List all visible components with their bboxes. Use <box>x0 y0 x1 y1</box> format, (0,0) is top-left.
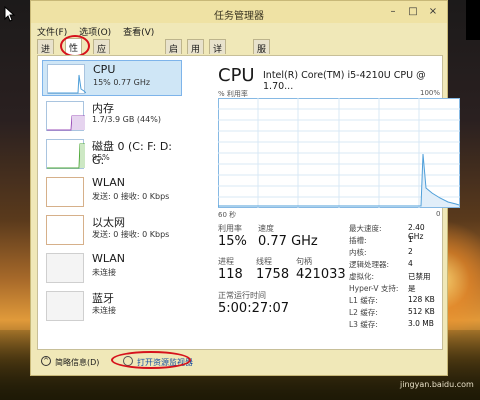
l1-cache-label: L1 缓存: <box>349 296 378 305</box>
processes-value: 118 <box>218 267 243 282</box>
mouse-cursor-icon <box>4 6 16 22</box>
sidebar-item-bluetooth[interactable]: 蓝牙 未连接 <box>42 288 182 324</box>
bluetooth-thumbnail <box>46 291 84 321</box>
utilization-label: 利用率 <box>218 224 242 233</box>
threads-label: 线程 <box>256 257 272 266</box>
chevron-up-icon[interactable]: ^ <box>41 356 51 366</box>
graph-axis-left: 60 秒 <box>218 211 237 219</box>
background-edge <box>466 0 480 40</box>
sidebar-item-sub: 未连接 <box>92 306 116 315</box>
virtualization-label: 虚拟化: <box>349 272 375 281</box>
max-speed-label: 最大速度: <box>349 224 382 233</box>
sockets-value: 1 <box>408 235 413 244</box>
sidebar-item-sub: 未连接 <box>92 268 116 277</box>
minimize-button[interactable]: – <box>385 5 401 19</box>
cpu-model: Intel(R) Core(TM) i5-4210U CPU @ 1.70... <box>263 70 426 92</box>
uptime-label: 正常运行时间 <box>218 291 266 300</box>
processes-label: 进程 <box>218 257 234 266</box>
tab-startup[interactable]: 启动 <box>165 39 183 68</box>
cpu-thumbnail <box>47 64 86 94</box>
max-speed-value: 2.40 GHz <box>408 223 425 241</box>
menu-file[interactable]: 文件(F) <box>37 28 67 38</box>
l3-cache-value: 3.0 MB <box>408 319 434 328</box>
watermark: jingyan.baidu.com <box>400 380 474 389</box>
uptime-value: 5:00:27:07 <box>218 301 290 316</box>
menu-bar: 文件(F) 选项(O) 查看(V) <box>37 25 163 38</box>
l1-cache-value: 128 KB <box>408 295 435 304</box>
tab-services[interactable]: 服务 <box>253 39 271 68</box>
bottom-bar: ^ 简略信息(D) 打开资源监视器 <box>37 351 443 373</box>
wlan-2-thumbnail <box>46 253 84 283</box>
task-manager-window: 任务管理器 – □ × 文件(F) 选项(O) 查看(V) 进程 性能 应用历史… <box>30 0 460 376</box>
sidebar-item-sub: 15% 0.77 GHz <box>93 78 151 87</box>
sidebar-item-sub: 发送: 0 接收: 0 Kbps <box>92 230 170 239</box>
sidebar-item-wlan-2[interactable]: WLAN 未连接 <box>42 250 182 286</box>
fewer-details-link[interactable]: 简略信息(D) <box>55 357 99 368</box>
sidebar-item-label: WLAN <box>92 252 126 265</box>
disk-thumbnail <box>46 139 85 169</box>
sidebar-item-sub: 发送: 0 接收: 0 Kbps <box>92 192 170 201</box>
sidebar-item-memory[interactable]: 内存 1.7/3.9 GB (44%) <box>42 98 182 134</box>
ethernet-thumbnail <box>46 215 84 245</box>
tab-processes[interactable]: 进程 <box>37 39 55 68</box>
maximize-button[interactable]: □ <box>405 5 421 19</box>
sidebar-item-label: CPU <box>93 63 116 76</box>
performance-panel: CPU 15% 0.77 GHz 内存 1.7/3.9 GB (44%) 磁盘 … <box>37 55 460 350</box>
tab-users[interactable]: 用户 <box>187 39 205 68</box>
detail-title: CPU <box>218 65 255 86</box>
sidebar-item-label: 内存 <box>92 102 114 115</box>
speed-label: 速度 <box>258 224 274 233</box>
handles-value: 421033 <box>296 267 346 282</box>
utilization-value: 15% <box>218 234 247 249</box>
sidebar-item-ethernet[interactable]: 以太网 发送: 0 接收: 0 Kbps <box>42 212 182 248</box>
tab-app-history[interactable]: 应用历史记录 <box>93 39 111 120</box>
l2-cache-value: 512 KB <box>408 307 435 316</box>
sidebar-item-label: 以太网 <box>92 216 125 229</box>
sockets-label: 插槽: <box>349 236 367 245</box>
sidebar-item-sub: 1.7/3.9 GB (44%) <box>92 115 161 124</box>
sidebar-item-disk[interactable]: 磁盘 0 (C: F: D: G: 95% <box>42 136 182 172</box>
title-bar: 任务管理器 – □ × <box>31 1 447 23</box>
cores-label: 内核: <box>349 248 367 257</box>
sidebar-item-cpu[interactable]: CPU 15% 0.77 GHz <box>42 60 182 96</box>
hyperv-label: Hyper-V 支持: <box>349 284 399 293</box>
resource-monitor-highlight <box>111 351 191 369</box>
graph-max-label: 100% <box>419 89 440 97</box>
l3-cache-label: L3 缓存: <box>349 320 378 329</box>
graph-axis-right: 0 <box>436 210 441 218</box>
threads-value: 1758 <box>256 267 290 282</box>
sidebar-item-label: 蓝牙 <box>92 292 114 305</box>
logical-processors-value: 4 <box>408 259 413 268</box>
hyperv-value: 是 <box>408 284 416 293</box>
sidebar-item-wlan[interactable]: WLAN 发送: 0 接收: 0 Kbps <box>42 174 182 210</box>
wlan-thumbnail <box>46 177 84 207</box>
handles-label: 句柄 <box>296 257 312 266</box>
virtualization-value: 已禁用 <box>408 272 431 281</box>
performance-tab-highlight <box>60 35 90 57</box>
l2-cache-label: L2 缓存: <box>349 308 378 317</box>
cores-value: 2 <box>408 247 413 256</box>
close-button[interactable]: × <box>425 5 441 19</box>
logical-processors-label: 逻辑处理器: <box>349 260 390 269</box>
sidebar-item-label: WLAN <box>92 176 126 189</box>
tab-details[interactable]: 详细信息 <box>209 39 227 94</box>
menu-view[interactable]: 查看(V) <box>123 28 154 38</box>
sidebar-item-sub: 95% <box>92 153 110 162</box>
cpu-utilization-graph <box>218 98 460 208</box>
memory-thumbnail <box>46 101 85 131</box>
speed-value: 0.77 GHz <box>258 234 318 249</box>
